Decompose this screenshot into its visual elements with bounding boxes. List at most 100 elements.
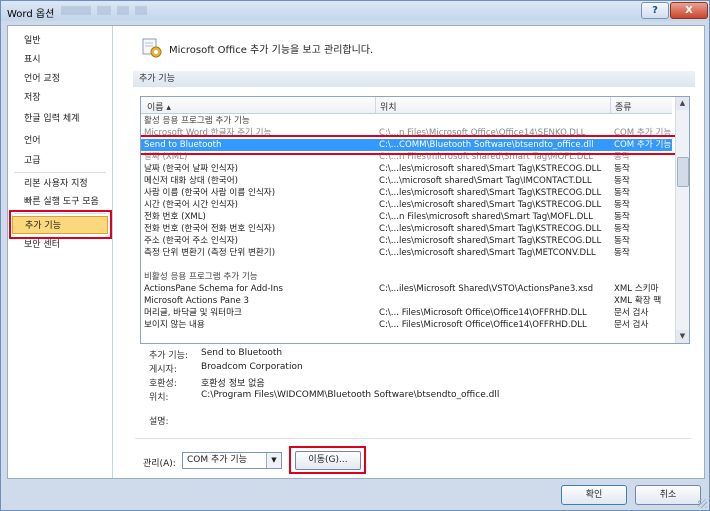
scroll-down-icon[interactable]: ▼ — [676, 330, 689, 343]
table-row[interactable]: 시간 (한국어 시간 인식자) C:\...les\microsoft share… — [141, 199, 672, 211]
table-row[interactable]: Send to Bluetooth C:\...COMM\Bluetooth So… — [141, 139, 672, 151]
cell-name: Microsoft Word 한글자 주기 기능 — [144, 128, 272, 138]
cell-name: 사람 이름 (한국어 사람 이름 인식자) — [144, 188, 276, 198]
sidebar-item-quick-access-toolbar[interactable]: 빠른 실행 도구 모음 — [12, 193, 108, 211]
column-header-type[interactable]: 종류 — [615, 100, 632, 113]
detail-label-add-in: 추가 기능: — [149, 351, 189, 361]
sidebar-item-customize-ribbon[interactable]: 리본 사용자 지정 — [12, 175, 108, 193]
table-row[interactable]: 보이지 않는 내용 C:\... Files\Microsoft Office\O… — [141, 319, 672, 331]
cell-type: 동작 — [614, 176, 630, 186]
table-row[interactable]: 머리글, 바닥글 및 워터마크 C:\... Files\Microsoft Of… — [141, 307, 672, 319]
cell-type: XML 스키마 — [614, 284, 659, 294]
detail-value-publisher: Broadcom Corporation — [201, 362, 303, 372]
resize-grip[interactable] — [698, 499, 707, 508]
column-header-name[interactable]: 이름 ▴ — [147, 100, 171, 113]
add-ins-gear-icon — [142, 38, 162, 58]
close-button[interactable]: X — [670, 2, 708, 19]
sidebar-item-advanced[interactable]: 고급 — [12, 152, 108, 170]
table-row[interactable]: Microsoft Actions Pane 3 XML 확장 팩 — [141, 295, 672, 307]
cancel-button[interactable]: 취소 — [635, 485, 701, 505]
scroll-up-icon[interactable]: ▲ — [676, 97, 689, 110]
cell-name: 전화 번호 (한국어 전화 번호 인식자) — [144, 224, 276, 234]
column-divider[interactable] — [375, 97, 376, 113]
manage-select-value: COM 추가 기능 — [187, 455, 247, 465]
chevron-down-icon[interactable]: ▼ — [266, 453, 281, 468]
titlebar-background-item — [135, 6, 147, 15]
titlebar-background-item — [61, 6, 91, 15]
titlebar-background-item — [117, 6, 129, 15]
table-row[interactable]: 주소 (한국어 주소 인식자) C:\...les\microsoft share… — [141, 235, 672, 247]
title-bar: Word 옵션 ? X — [1, 1, 709, 21]
add-ins-list[interactable]: 이름 ▴ 위치 종류 활성 응용 프로그램 추가 기능 Microsoft Wor… — [140, 96, 690, 344]
table-row[interactable]: ActionsPane Schema for Add-Ins C:\...iles… — [141, 283, 672, 295]
section-header: 추가 기능 — [133, 71, 695, 87]
sidebar-item-save[interactable]: 저장 — [12, 89, 108, 107]
sidebar-item-add-ins[interactable]: 추가 기능 — [12, 216, 108, 234]
scrollbar-thumb[interactable] — [677, 157, 689, 187]
go-button[interactable]: 이동(G)... — [295, 451, 361, 470]
manage-label: 관리(A): — [143, 459, 176, 469]
ok-button[interactable]: 확인 — [561, 485, 627, 505]
cell-location: C:\...les\microsoft shared\Smart Tag\MET… — [379, 248, 596, 258]
window-title: Word 옵션 — [7, 9, 55, 20]
word-options-dialog: Word 옵션 ? X 일반 표시 언어 교정 저장 한글 입력 체계 언어 고… — [0, 0, 710, 511]
sidebar-item-korean-input[interactable]: 한글 입력 체계 — [12, 110, 108, 128]
cell-type: 동작 — [614, 188, 630, 198]
vertical-scrollbar[interactable]: ▲ ▼ — [675, 97, 689, 343]
cell-type: 동작 — [614, 200, 630, 210]
cell-type: 문서 검사 — [614, 320, 649, 330]
manage-select[interactable]: COM 추가 기능 ▼ — [182, 452, 282, 469]
sidebar-item-trust-center[interactable]: 보안 센터 — [12, 236, 108, 254]
cell-type: 문서 검사 — [614, 308, 649, 318]
cell-name: 비활성 응용 프로그램 추가 기능 — [144, 272, 258, 282]
cell-location: C:\... Files\Microsoft Office\Office14\O… — [379, 308, 587, 318]
table-row[interactable]: 측정 단위 변환기 (측정 단위 변환기) C:\...les\microsoft… — [141, 247, 672, 259]
sidebar-item-display[interactable]: 표시 — [12, 51, 108, 69]
detail-label-publisher: 게시자: — [149, 365, 177, 375]
help-button[interactable]: ? — [641, 2, 669, 19]
sidebar-divider — [14, 213, 106, 214]
detail-label-description: 설명: — [149, 417, 169, 427]
cell-location: C:\...les\microsoft shared\Smart Tag\KST… — [379, 224, 602, 234]
detail-value-compatibility: 호환성 정보 없음 — [201, 379, 265, 389]
cell-name: 활성 응용 프로그램 추가 기능 — [144, 116, 250, 126]
column-divider[interactable] — [610, 97, 611, 113]
titlebar-background-item — [97, 6, 111, 15]
cell-type: COM 추가 기능 — [614, 140, 672, 150]
group-header: 비활성 응용 프로그램 추가 기능 — [141, 271, 672, 283]
cell-name: Send to Bluetooth — [144, 140, 222, 150]
cell-type: 동작 — [614, 224, 630, 234]
sidebar-item-language[interactable]: 언어 — [12, 132, 108, 150]
table-row[interactable]: 날짜 (한국어 날짜 인식자) C:\...les\microsoft share… — [141, 163, 672, 175]
sidebar-item-general[interactable]: 일반 — [12, 32, 108, 50]
cell-name: 전화 번호 (XML) — [144, 212, 206, 222]
table-row[interactable]: 날짜 (XML) C:\...n Files\microsoft shared\S… — [141, 151, 672, 163]
cell-name: 주소 (한국어 주소 인식자) — [144, 236, 238, 246]
cell-type: XML 확장 팩 — [614, 296, 662, 306]
detail-value-add-in: Send to Bluetooth — [201, 348, 283, 358]
dialog-content: 일반 표시 언어 교정 저장 한글 입력 체계 언어 고급 리본 사용자 지정 … — [7, 25, 705, 479]
detail-label-compatibility: 호환성: — [149, 379, 177, 389]
group-header: 활성 응용 프로그램 추가 기능 — [141, 115, 672, 127]
cell-location: C:\...COMM\Bluetooth Software\btsendto_o… — [379, 140, 594, 150]
table-row[interactable]: 전화 번호 (XML) C:\...n Files\microsoft share… — [141, 211, 672, 223]
cell-type: COM 추가 기능 — [614, 128, 672, 138]
divider — [135, 438, 691, 439]
cell-location: C:\...les\microsoft shared\Smart Tag\KST… — [379, 164, 602, 174]
table-row[interactable]: 전화 번호 (한국어 전화 번호 인식자) C:\...les\microsoft… — [141, 223, 672, 235]
cell-type: 동작 — [614, 212, 630, 222]
cell-name: 측정 단위 변환기 (측정 단위 변환기) — [144, 248, 276, 258]
cell-type: 동작 — [614, 152, 630, 162]
page-title: Microsoft Office 추가 기능을 보고 관리합니다. — [169, 45, 374, 56]
sidebar-item-proofing[interactable]: 언어 교정 — [12, 70, 108, 88]
table-row[interactable]: Microsoft Word 한글자 주기 기능 C:\...n Files\Mi… — [141, 127, 672, 139]
main-panel: Microsoft Office 추가 기능을 보고 관리합니다. 추가 기능 … — [123, 26, 704, 478]
table-row[interactable]: 사람 이름 (한국어 사람 이름 인식자) C:\...les\microsoft… — [141, 187, 672, 199]
cell-name: Microsoft Actions Pane 3 — [144, 296, 249, 306]
column-header-location[interactable]: 위치 — [380, 100, 397, 113]
detail-label-location: 위치: — [149, 393, 169, 403]
table-row[interactable]: 메신저 대화 상대 (한국어) C:\...\microsoft shared\S… — [141, 175, 672, 187]
cell-name: 시간 (한국어 시간 인식자) — [144, 200, 238, 210]
cell-type: 동작 — [614, 164, 630, 174]
